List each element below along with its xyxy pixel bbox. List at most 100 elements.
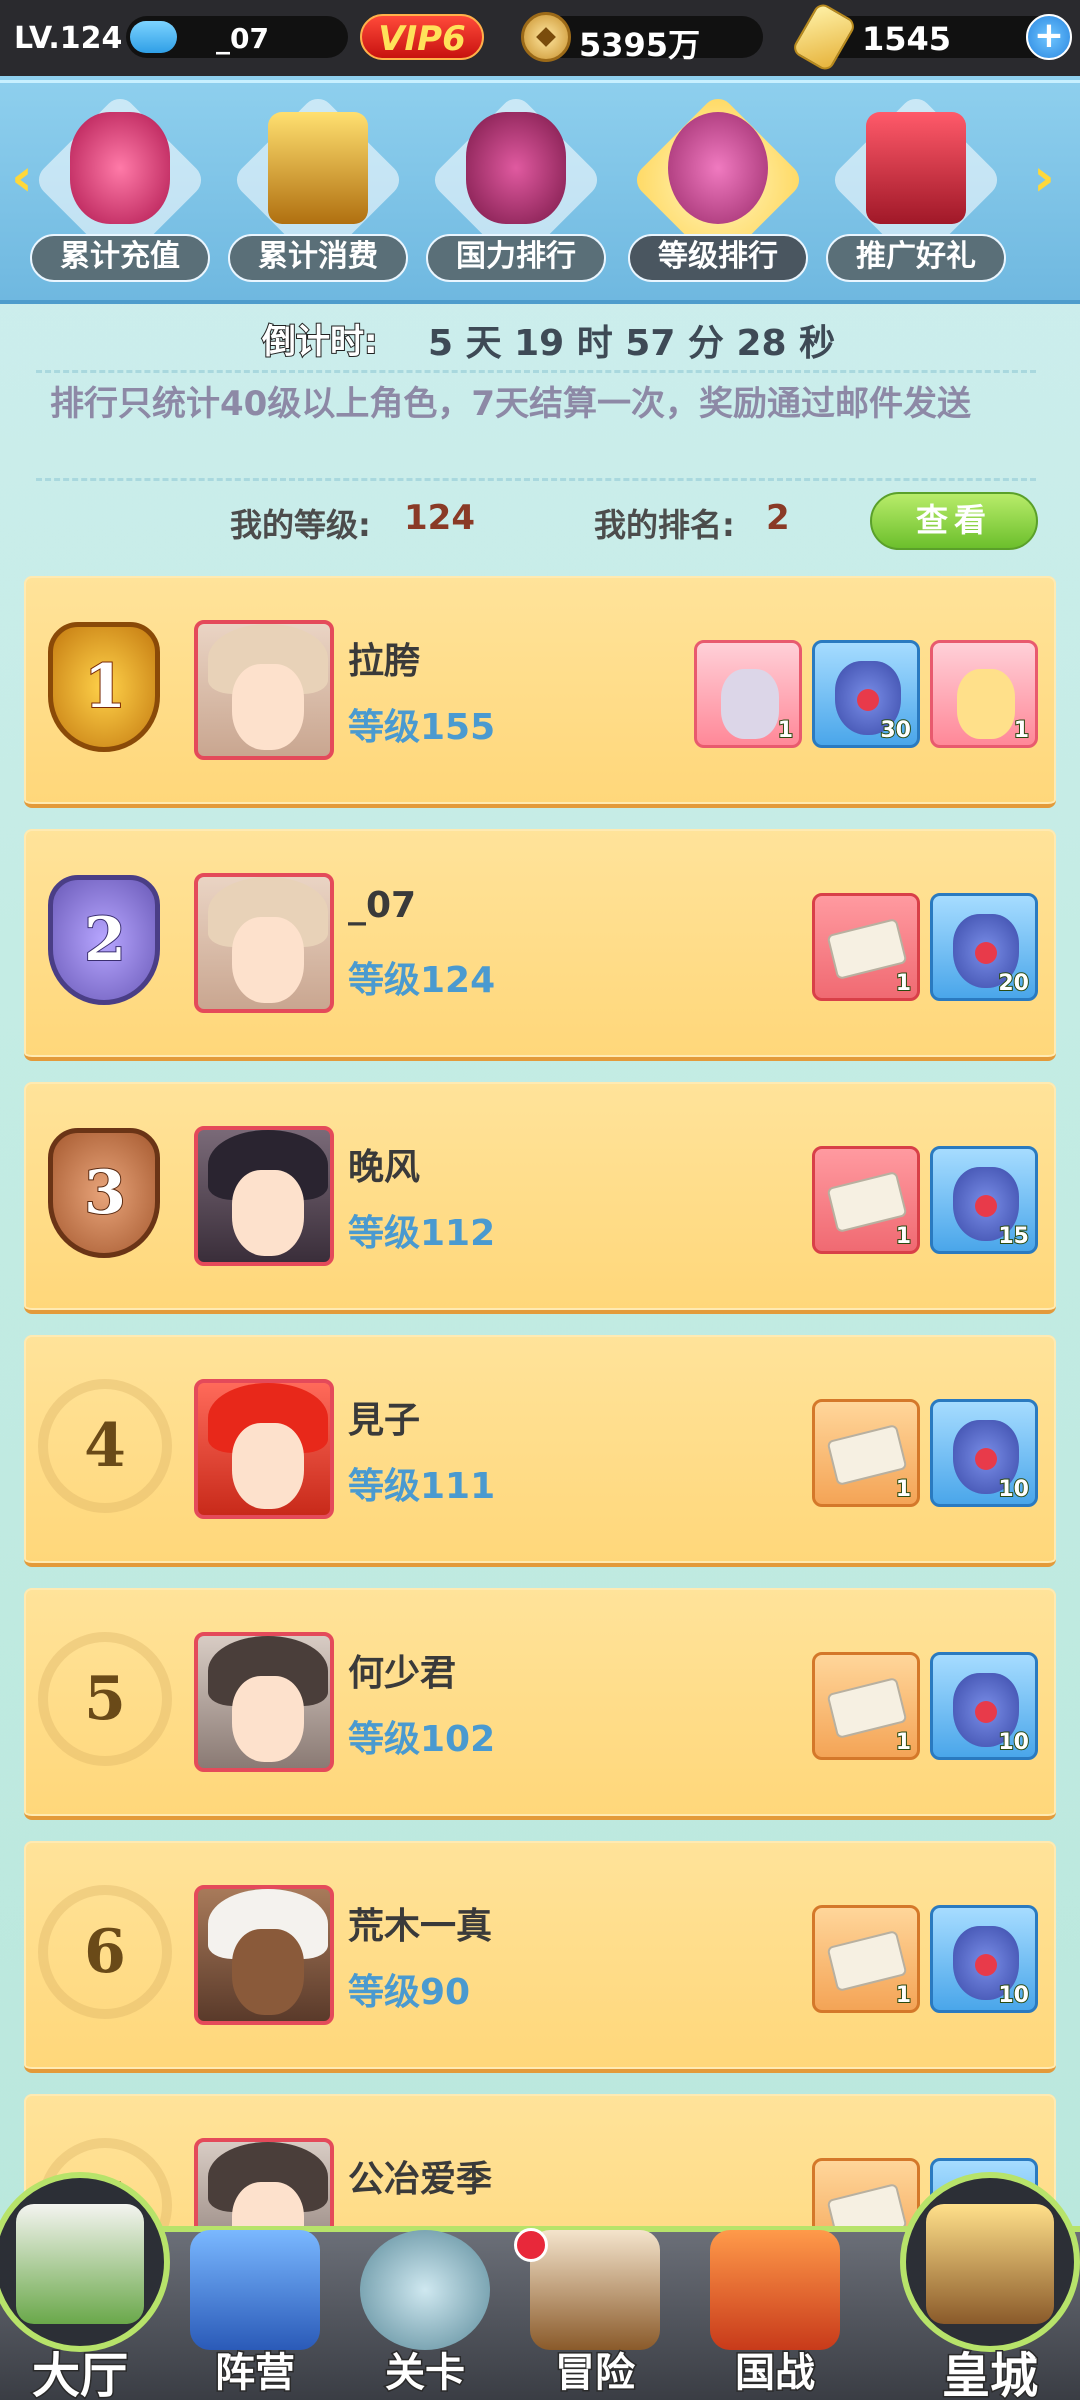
plus-icon[interactable]: + (1026, 14, 1072, 60)
money-bag-icon (70, 112, 170, 224)
reward-scroll[interactable]: 1 (812, 1905, 920, 2013)
gold-medal-icon: 1 (38, 616, 172, 766)
reward-bag[interactable]: 15 (930, 1146, 1038, 1254)
nav-label: 国战 (734, 2349, 817, 2398)
rank-ring-icon: 4 (38, 1375, 172, 1525)
reward-quantity: 15 (997, 1223, 1030, 1250)
reward-quantity: 1 (1013, 717, 1030, 744)
hero-portrait-icon (721, 669, 779, 739)
player-name: 拉胯 (348, 641, 421, 682)
reward-hero-portrait[interactable]: 1 (930, 640, 1038, 748)
notification-dot-icon (514, 2228, 548, 2262)
castle-icon (16, 2204, 144, 2324)
reward-bag[interactable]: 10 (930, 1399, 1038, 1507)
player-nameplate[interactable]: _07 (126, 16, 348, 58)
avatar[interactable] (194, 1885, 334, 2025)
vip-badge[interactable]: VIP6 (360, 14, 484, 60)
avatar-face (232, 1170, 304, 1256)
reward-bag[interactable]: 10 (930, 1905, 1038, 2013)
reward-bag[interactable]: 10 (930, 1652, 1038, 1760)
reward-quantity: 1 (895, 1476, 912, 1503)
crossed-swords-icon (668, 112, 768, 224)
tab-consumption[interactable]: 累计消费 (228, 90, 408, 302)
silver-medal-icon: 2 (38, 869, 172, 1019)
player-level: 等级102 (348, 1719, 496, 1760)
view-button[interactable]: 查看 (870, 492, 1038, 550)
reward-quantity: 1 (895, 1982, 912, 2009)
reward-bag[interactable]: 20 (930, 893, 1038, 1001)
tab-level-ranking[interactable]: 等级排行 (628, 90, 808, 302)
avatar[interactable] (194, 1632, 334, 1772)
reward-hero-portrait[interactable]: 1 (694, 640, 802, 748)
ranking-rules-text: 排行只统计40级以上角色，7天结算一次，奖励通过邮件发送 (50, 384, 971, 424)
rank-ring-icon: 6 (38, 1881, 172, 2031)
avatar-face (232, 1929, 304, 2015)
rank-number: 3 (83, 1157, 127, 1229)
rank-number: 6 (84, 1917, 126, 1987)
go-board-scroll-icon (190, 2230, 320, 2350)
avatar-face (232, 1676, 304, 1762)
nav-camp[interactable]: 阵营 (170, 2200, 340, 2400)
my-rank-label: 我的排名: (594, 506, 735, 544)
palace-icon (926, 2204, 1054, 2324)
tab-label: 累计消费 (228, 234, 408, 282)
nav-hall[interactable]: 大厅 (0, 2164, 180, 2400)
my-level-label: 我的等级: (230, 506, 371, 544)
nav-national-war[interactable]: 国战 (690, 2200, 860, 2400)
reward-quantity: 10 (997, 1729, 1030, 1756)
ranking-row[interactable]: 2 _07 等级124 1 20 (24, 829, 1056, 1061)
scroll-right-arrow-icon[interactable]: › (1026, 148, 1062, 208)
reward-bag[interactable]: 30 (812, 640, 920, 748)
avatar-face (232, 917, 304, 1003)
ranking-row[interactable]: 3 晚风 等级112 1 15 (24, 1082, 1056, 1314)
avatar[interactable] (194, 620, 334, 760)
coin-balance[interactable]: 5395万 (521, 12, 763, 64)
my-level-value: 124 (404, 498, 475, 538)
ranking-category-tabs: ‹ › 累计充值 累计消费 国力排行 等级排行 推广好礼 (0, 76, 1080, 304)
reward-scroll[interactable]: 1 (812, 1399, 920, 1507)
countdown-label: 倒计时: (261, 321, 379, 363)
player-name: 荒木一真 (348, 1906, 493, 1947)
tab-label: 累计充值 (30, 234, 210, 282)
tab-power-ranking[interactable]: 国力排行 (426, 90, 606, 302)
ranking-row[interactable]: 6 荒木一真 等级90 1 10 (24, 1841, 1056, 2073)
coin-value: 5395万 (579, 26, 701, 64)
reward-scroll[interactable]: 1 (812, 893, 920, 1001)
gold-value: 1545 (862, 20, 952, 58)
player-name: _07 (216, 22, 269, 55)
player-level: 等级124 (348, 960, 496, 1001)
nav-imperial-city[interactable]: 皇城 (890, 2164, 1080, 2400)
tab-label: 等级排行 (628, 234, 808, 282)
player-name: 晚风 (348, 1147, 421, 1188)
player-level: 等级90 (348, 1972, 471, 2013)
player-name: 公冶爱季 (348, 2159, 493, 2200)
xp-progress-bar (130, 21, 177, 53)
hero-portrait-icon (957, 669, 1015, 739)
my-rank-value: 2 (766, 498, 790, 538)
reward-quantity: 30 (879, 717, 912, 744)
avatar[interactable] (194, 873, 334, 1013)
player-level: LV.124 (14, 20, 123, 56)
nav-stages[interactable]: 关卡 (340, 2200, 510, 2400)
tab-promotion-gift[interactable]: 推广好礼 (826, 90, 1006, 302)
player-level: 等级112 (348, 1213, 496, 1254)
reward-scroll[interactable]: 1 (812, 1652, 920, 1760)
ranking-row[interactable]: 4 見子 等级111 1 10 (24, 1335, 1056, 1567)
player-name: _07 (348, 885, 417, 926)
ranking-row[interactable]: 1 拉胯 等级155 1 30 1 (24, 576, 1056, 808)
nav-label: 冒险 (554, 2349, 637, 2398)
divider (36, 478, 1036, 481)
reward-quantity: 1 (895, 1223, 912, 1250)
player-name: 何少君 (348, 1653, 457, 1694)
ranking-row[interactable]: 5 何少君 等级102 1 10 (24, 1588, 1056, 1820)
reward-quantity: 10 (997, 1982, 1030, 2009)
reward-scroll[interactable]: 1 (812, 1146, 920, 1254)
tab-recharge[interactable]: 累计充值 (30, 90, 210, 302)
crossed-swords-icon (360, 2230, 490, 2350)
avatar[interactable] (194, 1126, 334, 1266)
war-banners-icon (710, 2230, 840, 2350)
ranking-list[interactable]: 1 拉胯 等级155 1 30 1 2 _07 等级124 1 20 3 晚风 … (24, 576, 1056, 2226)
avatar[interactable] (194, 1379, 334, 1519)
tab-label: 推广好礼 (826, 234, 1006, 282)
gold-balance[interactable]: 1545 (790, 0, 1060, 74)
